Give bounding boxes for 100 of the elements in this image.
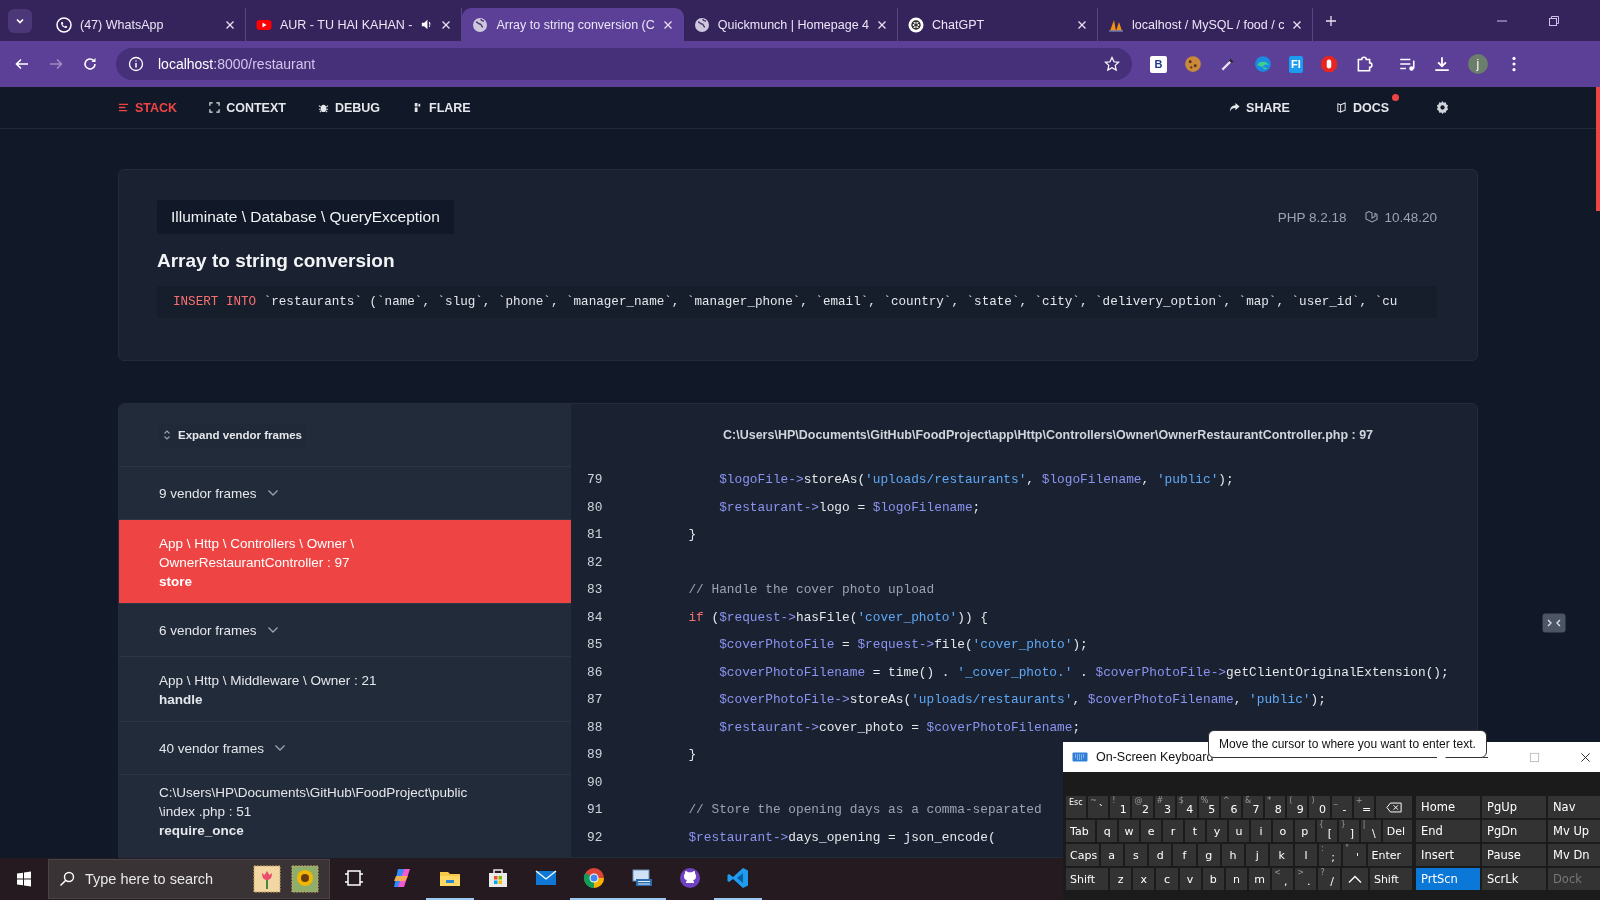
keyboard-key[interactable]: ? /	[1318, 868, 1340, 890]
keyboard-key[interactable]: n	[1225, 868, 1247, 890]
nav-tab[interactable]: FLARE	[404, 100, 489, 115]
keyboard-key[interactable]: v	[1179, 868, 1201, 890]
keyboard-key[interactable]: ScrLk	[1482, 868, 1546, 890]
keyboard-key[interactable]: y	[1207, 820, 1227, 842]
keyboard-key[interactable]: c	[1156, 868, 1178, 890]
keyboard-key[interactable]: + =	[1353, 796, 1374, 818]
keyboard-key[interactable]: e	[1141, 820, 1162, 842]
keyboard-key[interactable]: | \	[1360, 820, 1381, 842]
keyboard-key[interactable]: Caps	[1066, 844, 1099, 866]
keyboard-key[interactable]: g	[1197, 844, 1220, 866]
vendor-frames-toggle[interactable]: 6 vendor frames	[119, 604, 571, 657]
tab-search-button[interactable]	[8, 8, 32, 33]
keyboard-key[interactable]: # 3	[1154, 796, 1175, 818]
keyboard-key[interactable]: t	[1185, 820, 1205, 842]
keyboard-key[interactable]: Insert	[1416, 844, 1480, 866]
keyboard-key[interactable]: Shift	[1066, 868, 1109, 890]
nav-link[interactable]: SHARE	[1201, 92, 1302, 123]
keyboard-key[interactable]: ) 0	[1309, 796, 1330, 818]
keyboard-key[interactable]: ~ `	[1088, 796, 1109, 818]
stack-frame[interactable]: App \ Http \ Controllers \ Owner \ OwnerRestaurantController : 97 store	[119, 520, 571, 604]
windows-icon[interactable]	[16, 871, 32, 887]
keyboard-key[interactable]: b	[1202, 868, 1224, 890]
keyboard-key[interactable]: r	[1163, 820, 1184, 842]
keyboard-key[interactable]: % 5	[1198, 796, 1219, 818]
keyboard-key[interactable]: l	[1294, 844, 1318, 866]
close-icon[interactable]	[1580, 751, 1591, 763]
keyboard-key[interactable]: _ -	[1331, 796, 1352, 818]
settings-icon[interactable]	[1435, 100, 1450, 115]
keyboard-key[interactable]: Shift	[1369, 868, 1412, 890]
keyboard-key[interactable]: m	[1248, 868, 1271, 890]
keyboard-key[interactable]: Pause	[1482, 844, 1546, 866]
nav-tab[interactable]: STACK	[110, 100, 196, 115]
back-icon[interactable]	[14, 56, 30, 72]
keyboard-key[interactable]: * 8	[1265, 796, 1286, 818]
keyboard-key[interactable]: ^ 6	[1220, 796, 1241, 818]
keyboard-key[interactable]: i	[1250, 820, 1271, 842]
stack-frame[interactable]: App \ Http \ Middleware \ Owner : 21 handle	[119, 657, 571, 722]
keyboard-key[interactable]: q	[1097, 820, 1118, 842]
stack-frame[interactable]: C:\Users\HP\Documents\GitHub\FoodProject\public\index .php : 51 require_once	[119, 775, 571, 842]
keyboard-key[interactable]: Home	[1416, 796, 1480, 818]
new-tab-icon[interactable]	[1325, 14, 1338, 27]
keyboard-key[interactable]: Esc	[1066, 796, 1087, 818]
swirl-icon[interactable]	[1254, 55, 1272, 73]
keyboard-key[interactable]	[1341, 868, 1368, 890]
keyboard-key[interactable]: } ]	[1338, 820, 1359, 842]
keyboard-key[interactable]: x	[1133, 868, 1155, 890]
keyboard-key[interactable]: p	[1294, 820, 1315, 842]
nav-tab[interactable]: DEBUG	[309, 100, 399, 115]
keyboard-key[interactable]: j	[1246, 844, 1269, 866]
keyboard-key[interactable]: " '	[1343, 844, 1366, 866]
keyboard-key[interactable]: o	[1272, 820, 1293, 842]
nav-tab[interactable]: CONTEXT	[201, 100, 304, 115]
keyboard-key[interactable]: @ 2	[1132, 796, 1153, 818]
browser-tab[interactable]: Array to string conversion (C	[462, 8, 684, 41]
extension-button[interactable]: B	[1150, 55, 1167, 73]
star-icon[interactable]	[1104, 56, 1120, 72]
scrollbar-thumb[interactable]	[1596, 87, 1600, 211]
keyboard-key[interactable]: f	[1173, 844, 1196, 866]
keyboard-key[interactable]: PrtScn	[1416, 868, 1480, 890]
keyboard-key[interactable]: & 7	[1243, 796, 1264, 818]
keyboard-key[interactable]: h	[1221, 844, 1245, 866]
taskbar-search-field[interactable]: Type here to search	[48, 859, 330, 899]
keyboard-key[interactable]: Del	[1382, 820, 1412, 842]
keyboard-key[interactable]: u	[1228, 820, 1249, 842]
keyboard-key[interactable]	[1375, 796, 1412, 818]
keyboard-key[interactable]: Mv Up	[1548, 820, 1600, 842]
keyboard-key[interactable]: PgUp	[1482, 796, 1546, 818]
forward-icon[interactable]	[48, 56, 64, 72]
keyboard-key[interactable]: z	[1110, 868, 1132, 890]
keyboard-key[interactable]: < ,	[1272, 868, 1294, 890]
keyboard-key[interactable]: Nav	[1548, 796, 1600, 818]
keyboard-key[interactable]: : ;	[1319, 844, 1342, 866]
keyboard-key[interactable]: ! 1	[1110, 796, 1131, 818]
keyboard-key[interactable]: $ 4	[1176, 796, 1197, 818]
keyboard-key[interactable]: a	[1100, 844, 1123, 866]
download-icon[interactable]	[1432, 55, 1451, 73]
reload-icon[interactable]	[82, 56, 98, 72]
keyboard-key[interactable]: Enter	[1367, 844, 1412, 866]
keyboard-key[interactable]: { [	[1316, 820, 1337, 842]
restore-icon[interactable]	[1548, 14, 1560, 27]
keyboard-key[interactable]: ( 9	[1287, 796, 1308, 818]
keyboard-key[interactable]: w	[1119, 820, 1140, 842]
keyboard-key[interactable]: PgDn	[1482, 820, 1546, 842]
keyboard-key[interactable]: End	[1416, 820, 1480, 842]
vendor-frames-toggle[interactable]: 40 vendor frames	[119, 722, 571, 775]
keyboard-key[interactable]: > .	[1295, 868, 1317, 890]
keyboard-key[interactable]: s	[1124, 844, 1148, 866]
nav-link[interactable]: DOCS	[1307, 92, 1401, 123]
cookie-icon[interactable]	[1184, 55, 1202, 73]
keyboard-key[interactable]: Mv Dn	[1548, 844, 1600, 866]
keyboard-key[interactable]: d	[1149, 844, 1172, 866]
widget-icon[interactable]	[1542, 613, 1566, 633]
keyboard-key[interactable]: Tab	[1066, 820, 1096, 842]
profile-avatar[interactable]: j	[1467, 54, 1488, 74]
hand-icon[interactable]	[1319, 55, 1338, 73]
address-field[interactable]: localhost:8000/restaurant	[116, 48, 1132, 80]
keyboard-key[interactable]: k	[1270, 844, 1293, 866]
info-icon[interactable]	[128, 56, 144, 72]
